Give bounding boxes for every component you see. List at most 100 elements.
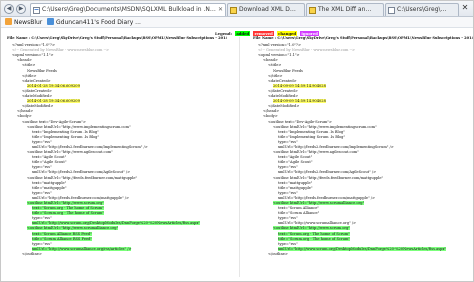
xml-line-text: <outline text="Dev-Agile-Scrum"> xyxy=(268,119,332,124)
xml-line-text: text="Implementing Scrum .Is Blog" xyxy=(32,129,99,134)
xml-line-text: <dateCreated> xyxy=(22,78,51,83)
xml-line-text: text="Scrum.org - The home of Scrum" xyxy=(32,206,104,211)
xml-line-text: <outline htmlUrl="http://www.implementin… xyxy=(27,124,131,129)
xml-line-text: </dateCreated> xyxy=(268,88,298,93)
xml-line-text: </title> xyxy=(22,73,37,78)
close-window-icon[interactable]: ✕ xyxy=(459,2,471,14)
xml-line-text: NewsBlur Feeds xyxy=(273,68,303,73)
xml-line-text: title="Scrum Alliance" xyxy=(278,211,320,216)
xml-line-text: xmlUrl="http://feeds2.feedburner.com/Agi… xyxy=(278,170,377,175)
xml-line-text: type="rss" xyxy=(278,139,298,144)
favorite-label: Gduncan411's Food Diary ... xyxy=(56,19,141,26)
ie-page-icon xyxy=(230,7,237,14)
xml-line-text: xmlUrl="http://feeds2.feedburner.com/Agi… xyxy=(32,170,131,175)
food-diary-icon xyxy=(47,18,54,25)
xml-line-text: text="Agile Scout" xyxy=(32,155,67,160)
xml-line-text: <outline htmlUrl="http://www.scrumallian… xyxy=(273,201,365,205)
xml-line-text: <dateCreated> xyxy=(268,78,297,83)
pane-divider xyxy=(239,37,240,277)
xml-line-text: xmlUrl="http://www.scrum.org/DesktopModu… xyxy=(32,221,201,226)
xml-line-text: NewsBlur Feeds xyxy=(27,68,57,73)
tab-label: C:\Users\Greg\Documents\... xyxy=(397,6,450,13)
xml-line: </outline> xyxy=(253,252,473,257)
xml-line-text: title="mattgupple" xyxy=(278,185,313,190)
xml-line-text: 2014-09-09 14:59:14.904028 xyxy=(273,83,326,88)
xml-line-text: type="rss" xyxy=(278,190,298,195)
forward-icon[interactable]: ▶ xyxy=(16,4,26,14)
tab-label: C:\Users\Greg\Documents\MSDN\SQLXML Bulk… xyxy=(42,6,217,13)
xml-line-text: 2014-01-28 19:34:06.609209 xyxy=(27,83,80,88)
tab-label: Download XML Diff & Patch GUI Tool xyxy=(239,6,296,13)
legend-added: added xyxy=(235,31,251,36)
xml-line-text: <outline htmlUrl="http://feeds.feedburne… xyxy=(27,175,138,180)
xml-line-text: text="Agile Scout" xyxy=(278,155,313,160)
xml-line-text: </dateCreated> xyxy=(22,88,52,93)
xml-line-text: <outline htmlUrl="http://www.scrum.org" xyxy=(27,201,105,205)
xml-line-text: text="mattgupple" xyxy=(32,180,67,185)
xml-line-text: <outline text="Dev-Agile-Scrum"> xyxy=(22,119,86,124)
xml-line-text: 2014-01-28 19:34:06.609209 xyxy=(27,99,80,104)
xml-line-text: <body> xyxy=(263,114,278,119)
xml-line-text: <head> xyxy=(17,58,32,63)
favorites-bar: NewsBlur Gduncan411's Food Diary ... xyxy=(1,17,473,28)
xml-line-text: title="Implementing Scrum .Is Blog" xyxy=(278,134,346,139)
tab-documents-xml[interactable]: C:\Users\Greg\Documents\... xyxy=(385,3,459,16)
xml-line-text: </head> xyxy=(263,109,280,114)
xml-line-text: <outline htmlUrl="http://www.agilescout.… xyxy=(27,150,113,155)
ie-page-icon xyxy=(33,7,40,14)
xml-line-text: <opml version="1.1"> xyxy=(258,53,300,58)
xml-line-text: <?xml version="1.0"?> xyxy=(258,43,301,48)
xml-line-text: <outline htmlUrl="http://www.scrumallian… xyxy=(27,226,119,231)
xml-line-text: <outline htmlUrl="http://www.agilescout.… xyxy=(273,150,359,155)
xml-line-text: text="Scrum.org - The home of Scrum" xyxy=(278,231,350,236)
right-file-name: File Name : C:\Users\Greg\SkyDrive\Greg'… xyxy=(253,36,473,40)
xml-line-text: <title> xyxy=(268,63,282,68)
xml-line-text: text="Scrum Alliance" xyxy=(278,206,320,211)
newsblur-icon xyxy=(5,18,12,25)
xml-line-text: title="mattgupple" xyxy=(32,185,67,190)
ie-page-icon xyxy=(309,7,316,14)
xml-line-text: type="rss" xyxy=(32,216,52,221)
favorite-label: NewsBlur xyxy=(14,19,43,26)
xml-line-text: title="Scrum.org - The home of Scrum" xyxy=(32,211,105,216)
xml-line-text: <!-- Generated by NewsBlur - www.newsblu… xyxy=(12,48,110,53)
xml-line-text: <title> xyxy=(22,63,36,68)
diff-document: Legend: added removed changed ignored Fi… xyxy=(1,29,473,281)
tab-xml-diff-patch-gui[interactable]: The XML Diff and Patch GUI T... xyxy=(306,3,384,16)
close-icon[interactable]: ✕ xyxy=(218,4,223,16)
left-pane: File Name : C:\Users\Greg\SkyDrive\Greg'… xyxy=(7,36,227,281)
xml-line-text: title="Scrum.org - The home of Scrum" xyxy=(278,236,351,241)
xml-line-text: type="rss" xyxy=(278,216,298,221)
xml-line-text: title="Agile Scout" xyxy=(278,160,313,165)
xml-line-text: xmlUrl="http://feeds2.feedburner.com/Imp… xyxy=(32,144,148,149)
xml-line-text: </dateModified> xyxy=(22,104,54,109)
right-xml-lines: <?xml version="1.0"?> <!-- Generated by N… xyxy=(253,43,473,257)
tab-strip: ◀ ▶ C:\Users\Greg\Documents\MSDN\SQLXML … xyxy=(1,1,473,17)
xml-line-text: title="Scrum Alliance RSS Feed" xyxy=(32,236,93,241)
xml-line-text: <!-- Generated by NewsBlur - www.newsblu… xyxy=(258,48,356,53)
ie-page-icon xyxy=(388,7,395,14)
xml-line-text: type="rss" xyxy=(32,139,52,144)
tab-download-xml-diff[interactable]: Download XML Diff & Patch GUI Tool xyxy=(227,3,305,16)
favorite-newsblur[interactable]: NewsBlur xyxy=(5,17,42,28)
xml-line-text: <dateModified> xyxy=(22,94,53,99)
left-xml-lines: <?xml version="1.0"?> <!-- Generated by N… xyxy=(7,43,227,257)
xml-line-text: <outline htmlUrl="http://www.implementin… xyxy=(273,124,377,129)
xml-line-text: type="rss" xyxy=(32,190,52,195)
xml-line-text: text="mattgupple" xyxy=(278,180,313,185)
xml-line-text: </outline> xyxy=(268,251,288,256)
tab-label: The XML Diff and Patch GUI T... xyxy=(318,6,375,13)
xml-line-text: <body> xyxy=(17,114,32,119)
right-pane: File Name : C:\Users\Greg\SkyDrive\Greg'… xyxy=(253,36,473,281)
xml-line-text: <outline htmlUrl="http://www.scrum.org" xyxy=(273,226,351,231)
browser-window: ◀ ▶ C:\Users\Greg\Documents\MSDN\SQLXML … xyxy=(0,0,474,282)
xml-line-text: xmlUrl="http://feeds.feedburner.com/matt… xyxy=(278,195,376,200)
xml-line-text: type="rss" xyxy=(278,241,298,246)
favorite-food-diary[interactable]: Gduncan411's Food Diary ... xyxy=(47,17,141,28)
tab-initial-xml[interactable]: C:\Users\Greg\Documents\MSDN\SQLXML Bulk… xyxy=(30,3,226,16)
xml-line-text: text="Implementing Scrum .Is Blog" xyxy=(278,129,345,134)
xml-line-text: xmlUrl="http://www.scrumalliance.org" /> xyxy=(278,221,357,226)
xml-line: </outline> xyxy=(7,252,227,257)
back-icon[interactable]: ◀ xyxy=(4,4,14,14)
xml-line-text: 2014-09-09 14:59:14.904028 xyxy=(273,99,326,104)
